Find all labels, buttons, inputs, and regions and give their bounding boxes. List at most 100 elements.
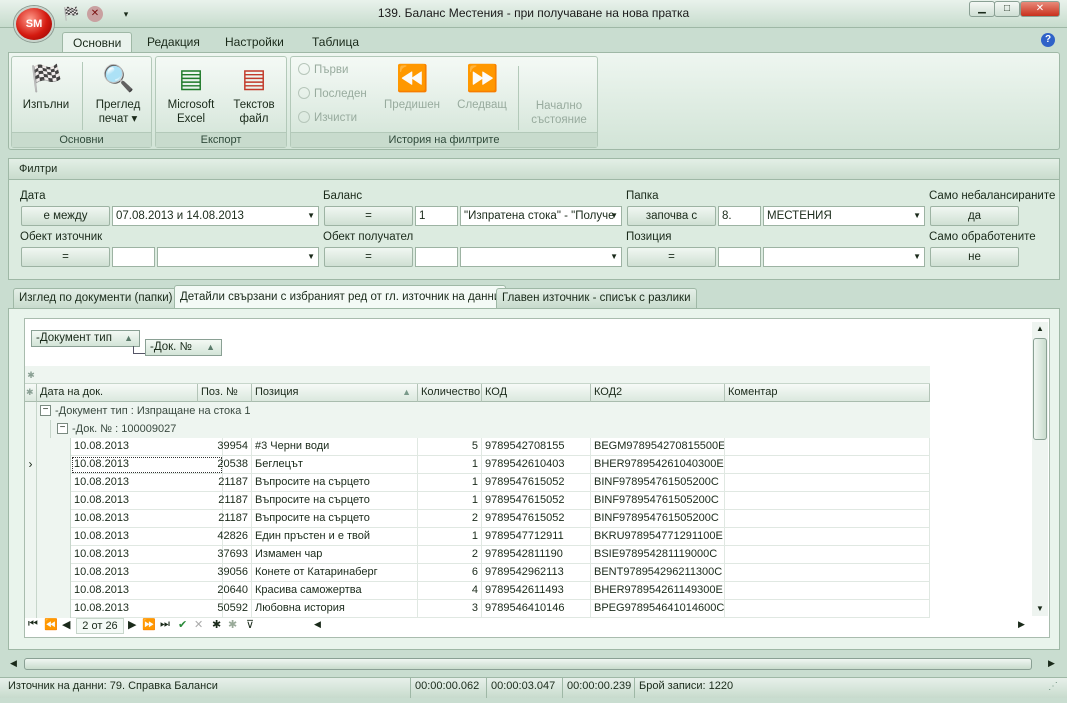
position-value-combo[interactable]: ▼ bbox=[763, 247, 925, 267]
table-row[interactable]: 10.08.2013 50592 Любовна история 3 978954641… bbox=[25, 600, 930, 618]
source-value-combo[interactable]: ▼ bbox=[157, 247, 319, 267]
table-cell[interactable]: 9789547712911 bbox=[482, 528, 591, 546]
table-cell[interactable]: 4 bbox=[418, 582, 482, 600]
table-cell[interactable]: 9789546410146 bbox=[482, 600, 591, 618]
table-row[interactable]: › 10.08.2013 20538 Беглецът 1 9789542610403 BH… bbox=[25, 456, 930, 474]
previous-button[interactable]: ⏪ Предишен bbox=[380, 62, 444, 112]
table-row[interactable]: 10.08.2013 20640 Красива саможертва 4 978954… bbox=[25, 582, 930, 600]
table-cell[interactable]: 1 bbox=[418, 456, 482, 474]
column-header-date[interactable]: Дата на док. bbox=[37, 384, 198, 402]
table-cell[interactable]: 21187 bbox=[198, 492, 252, 510]
table-cell[interactable]: Въпросите на сърцето bbox=[252, 474, 418, 492]
folder-operator-button[interactable]: започва с bbox=[627, 206, 716, 226]
table-cell[interactable]: 1 bbox=[418, 492, 482, 510]
help-icon[interactable]: ? bbox=[1041, 33, 1055, 47]
table-cell[interactable] bbox=[725, 582, 930, 600]
table-cell[interactable]: BHER978954261040300E bbox=[591, 456, 725, 474]
table-cell[interactable]: #3 Черни води bbox=[252, 438, 418, 456]
folder-value-input[interactable]: 8. bbox=[718, 206, 761, 226]
filter-icon[interactable]: ⊽ bbox=[246, 618, 254, 631]
tab-details[interactable]: Детайли свързани с избраният ред от гл. … bbox=[174, 285, 507, 309]
table-cell[interactable] bbox=[725, 438, 930, 456]
table-cell[interactable]: 21187 bbox=[198, 474, 252, 492]
source-value-input[interactable] bbox=[112, 247, 155, 267]
cancel-icon[interactable]: ✕ bbox=[194, 618, 203, 631]
scroll-right-icon[interactable]: ▶ bbox=[1018, 619, 1025, 630]
table-cell[interactable]: 6 bbox=[418, 564, 482, 582]
print-preview-button[interactable]: 🔍 Преглед печат ▾ bbox=[88, 62, 148, 126]
table-row[interactable]: 10.08.2013 21187 Въпросите на сърцето 1 9789… bbox=[25, 474, 930, 492]
history-first-button[interactable]: Първи bbox=[298, 61, 348, 79]
scroll-up-icon[interactable]: ▲ bbox=[1032, 322, 1048, 336]
app-logo-button[interactable]: SM bbox=[14, 6, 54, 42]
add-icon[interactable]: ✱ bbox=[212, 618, 221, 631]
scroll-thumb[interactable] bbox=[1033, 338, 1047, 440]
tab-table[interactable]: Таблица bbox=[302, 32, 369, 53]
tab-main[interactable]: Основни bbox=[62, 32, 133, 54]
initial-state-button[interactable]: Начално състояние bbox=[525, 99, 593, 127]
export-excel-button[interactable]: ▤ Microsoft Excel bbox=[161, 62, 221, 126]
table-cell[interactable]: BENT978954296211300C bbox=[591, 564, 725, 582]
table-cell[interactable]: BEGM978954270815500E bbox=[591, 438, 725, 456]
date-value-combo[interactable]: 07.08.2013 и 14.08.2013 ▼ bbox=[112, 206, 319, 226]
table-cell[interactable]: Любовна история bbox=[252, 600, 418, 618]
table-cell[interactable]: BPEG978954641014600C bbox=[591, 600, 725, 618]
column-header-position-no[interactable]: Поз. № bbox=[198, 384, 252, 402]
table-cell[interactable]: 39954 bbox=[198, 438, 252, 456]
table-cell[interactable]: 20640 bbox=[198, 582, 252, 600]
close-button[interactable]: ✕ bbox=[1020, 1, 1060, 17]
table-cell[interactable]: 42826 bbox=[198, 528, 252, 546]
table-cell[interactable]: BKRU978954771291100E bbox=[591, 528, 725, 546]
folder-value-combo[interactable]: МЕСТЕНИЯ ▼ bbox=[763, 206, 925, 226]
group-row-doc-type[interactable]: − -Документ тип : Изпращане на стока 1 bbox=[25, 402, 930, 420]
table-cell[interactable]: BHER978954261149300E bbox=[591, 582, 725, 600]
processed-toggle-button[interactable]: не bbox=[930, 247, 1019, 267]
tab-documents-view[interactable]: Изглед по документи (папки) bbox=[13, 288, 179, 308]
column-header-comment[interactable]: Коментар bbox=[725, 384, 930, 402]
row-indicator-header[interactable]: ✱ bbox=[25, 384, 37, 402]
prev-page-icon[interactable]: ⏪ bbox=[44, 618, 58, 631]
table-cell[interactable]: Красива саможертва bbox=[252, 582, 418, 600]
tab-edit[interactable]: Редакция bbox=[137, 32, 210, 53]
table-cell[interactable] bbox=[725, 600, 930, 618]
table-cell[interactable]: 9789542962113 bbox=[482, 564, 591, 582]
table-cell[interactable]: Измамен чар bbox=[252, 546, 418, 564]
new-row-line[interactable] bbox=[25, 366, 930, 384]
table-cell[interactable]: 5 bbox=[418, 438, 482, 456]
maximize-button[interactable]: □ bbox=[994, 1, 1020, 17]
balance-value-input[interactable]: 1 bbox=[415, 206, 458, 226]
next-button[interactable]: ⏩ Следващ bbox=[452, 62, 512, 112]
table-row[interactable]: 10.08.2013 21187 Въпросите на сърцето 1 9789… bbox=[25, 492, 930, 510]
scroll-right-icon[interactable]: ▶ bbox=[1048, 658, 1055, 669]
chevron-down-icon[interactable]: ▼ bbox=[307, 207, 315, 225]
column-header-code2[interactable]: КОД2 bbox=[591, 384, 725, 402]
table-cell[interactable]: 2 bbox=[418, 546, 482, 564]
table-cell[interactable]: 39056 bbox=[198, 564, 252, 582]
chevron-down-icon[interactable]: ▼ bbox=[913, 248, 921, 266]
scroll-left-icon[interactable]: ◀ bbox=[314, 619, 321, 630]
table-cell[interactable]: 50592 bbox=[198, 600, 252, 618]
table-cell[interactable] bbox=[725, 510, 930, 528]
table-cell[interactable]: 9789542811190 bbox=[482, 546, 591, 564]
chevron-down-icon[interactable]: ▼ bbox=[913, 207, 921, 225]
table-cell[interactable]: 1 bbox=[418, 474, 482, 492]
table-cell[interactable]: 9789542708155 bbox=[482, 438, 591, 456]
first-record-icon[interactable]: ⏮ bbox=[28, 618, 38, 631]
page-horizontal-scrollbar[interactable]: ◀ ▶ bbox=[8, 656, 1060, 672]
table-cell[interactable]: 1 bbox=[418, 528, 482, 546]
table-cell[interactable] bbox=[725, 546, 930, 564]
collapse-icon[interactable]: − bbox=[40, 405, 51, 416]
chevron-down-icon[interactable]: ▼ bbox=[307, 248, 315, 266]
table-row[interactable]: 10.08.2013 21187 Въпросите на сърцето 2 9789… bbox=[25, 510, 930, 528]
scroll-left-icon[interactable]: ◀ bbox=[10, 658, 17, 669]
table-cell[interactable]: BSIE978954281119000C bbox=[591, 546, 725, 564]
table-cell[interactable] bbox=[725, 456, 930, 474]
table-cell[interactable]: 21187 bbox=[198, 510, 252, 528]
group-by-doc-number-chip[interactable]: -Док. № ▲ bbox=[145, 339, 222, 356]
table-cell[interactable]: Беглецът bbox=[252, 456, 418, 474]
prev-record-icon[interactable]: ◀ bbox=[62, 618, 70, 631]
history-clear-button[interactable]: Изчисти bbox=[298, 109, 357, 127]
minimize-button[interactable]: ▁ bbox=[969, 1, 995, 17]
last-record-icon[interactable]: ⏭ bbox=[160, 618, 170, 631]
next-page-icon[interactable]: ⏩ bbox=[142, 618, 156, 631]
